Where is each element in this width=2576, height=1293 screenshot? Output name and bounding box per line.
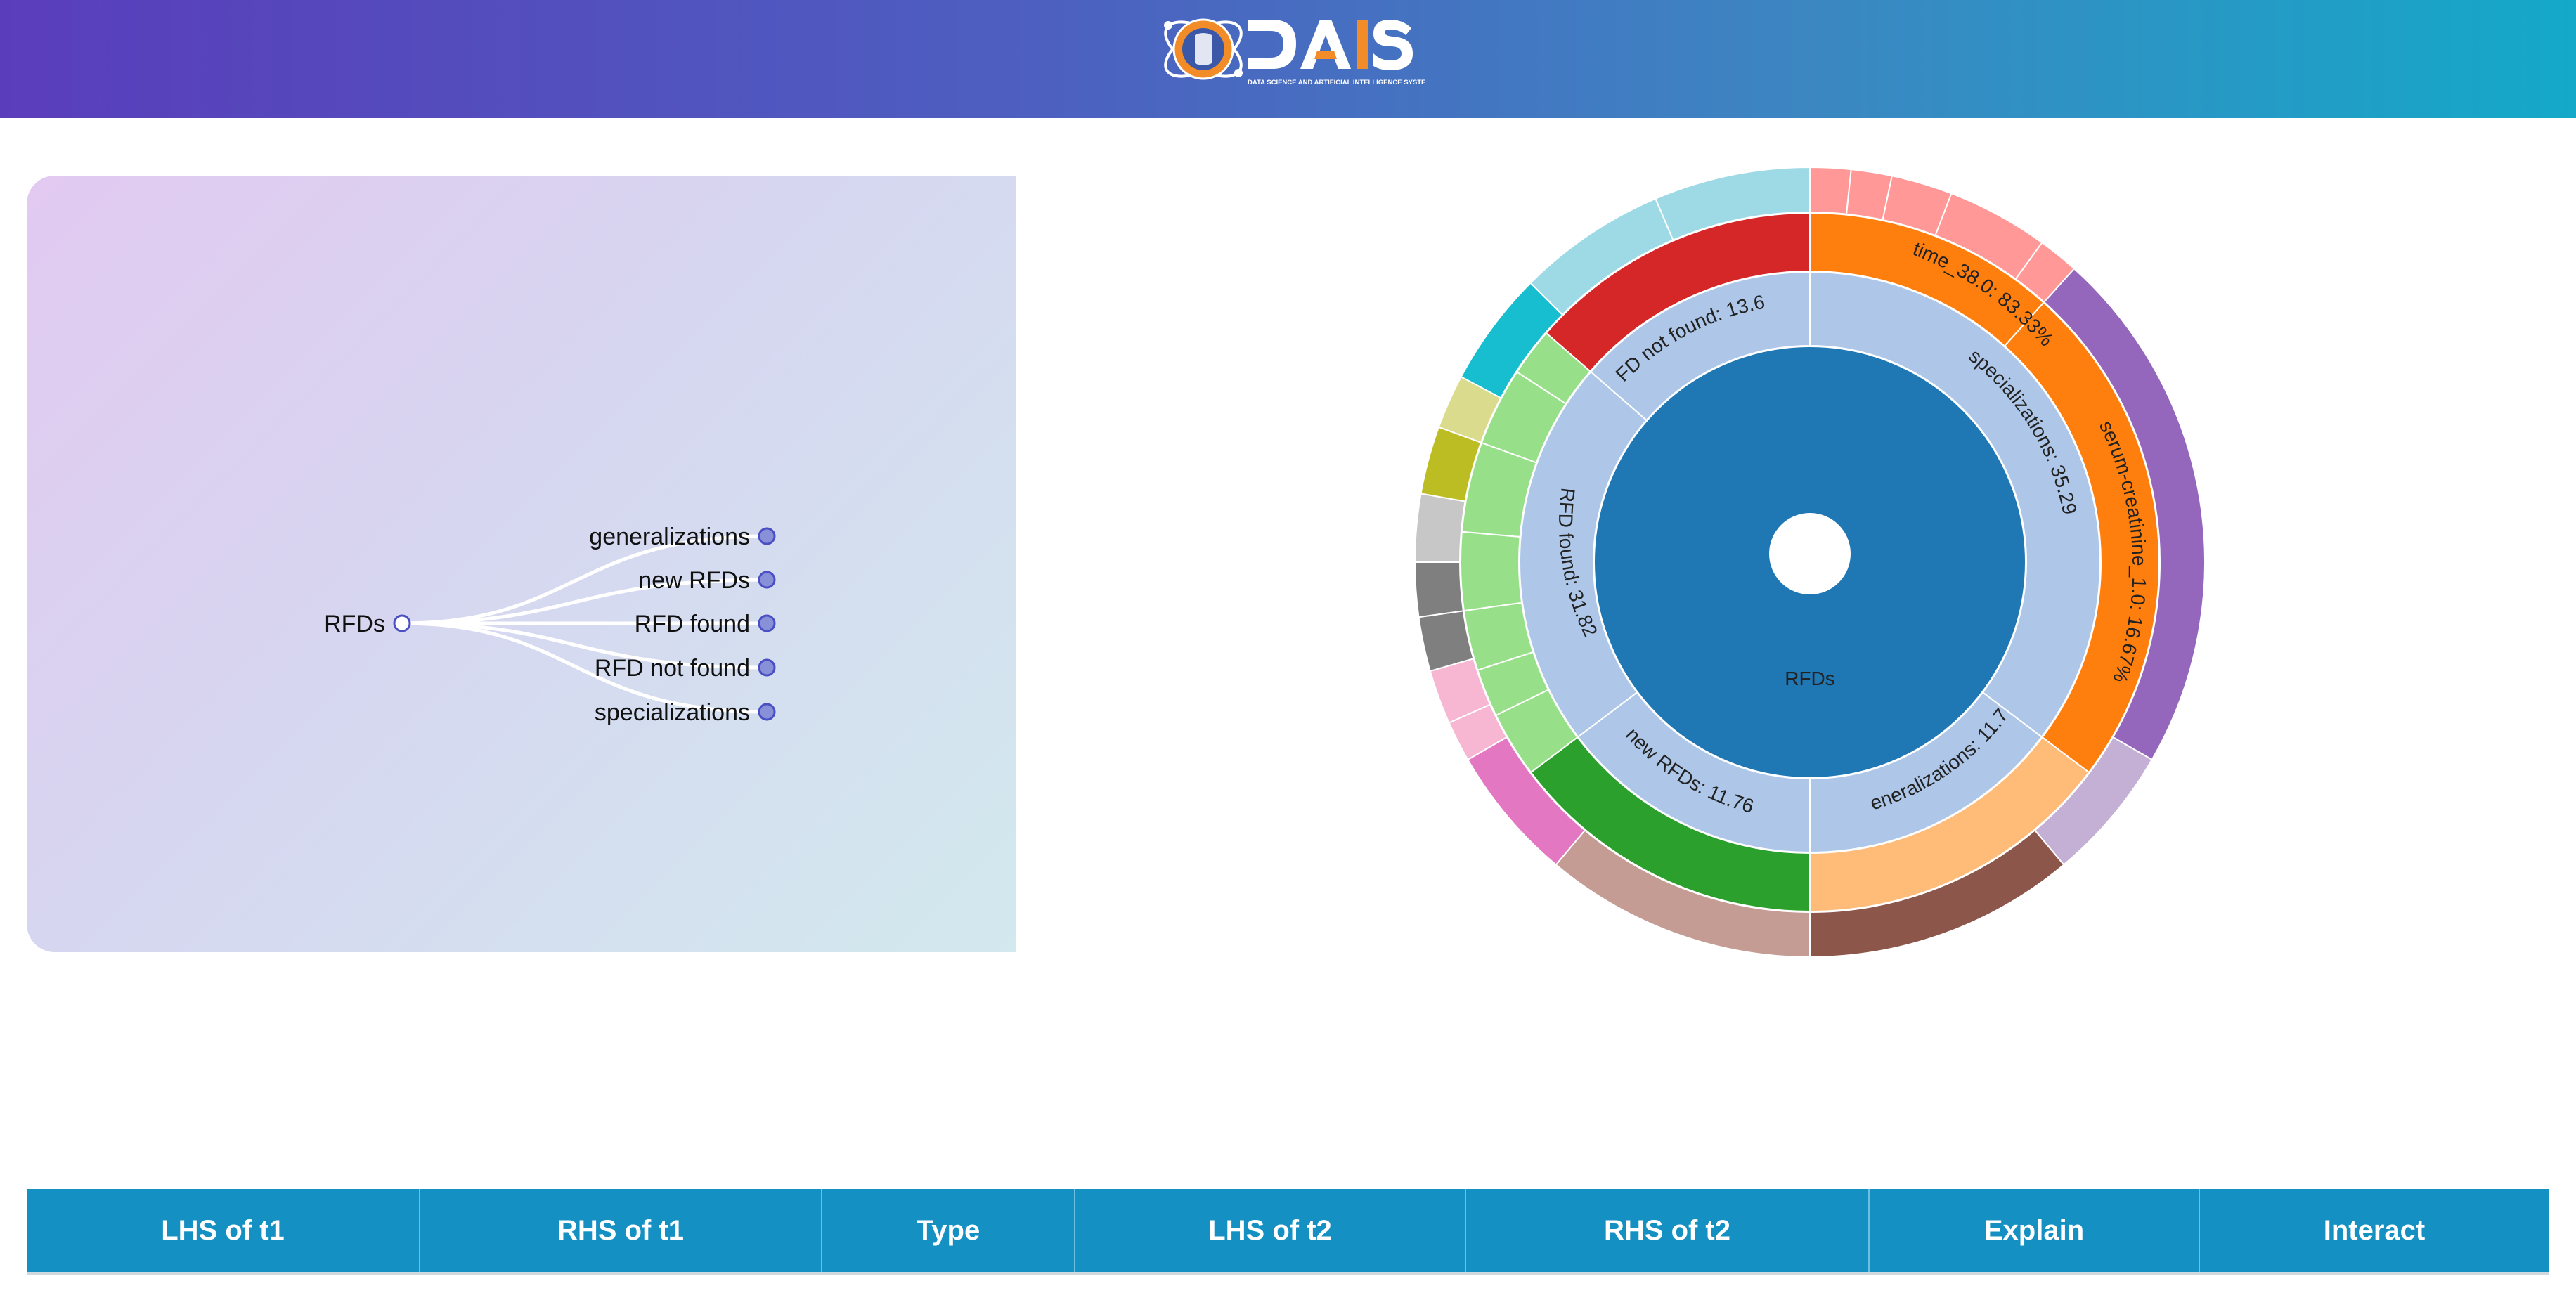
tree-node-label: RFD found xyxy=(635,611,750,637)
tree-root-label: RFDs xyxy=(324,611,385,637)
column-header-rhs-t1[interactable]: RHS of t1 xyxy=(420,1189,822,1272)
rfd-sunburst-container: RFDs specializations: 35.29 generalizati… xyxy=(1395,137,2218,970)
tree-node-label: RFD not found xyxy=(595,655,750,682)
rfd-tree: RFDs generalizations new RFDs RFD found … xyxy=(324,524,776,726)
column-header-interact[interactable]: Interact xyxy=(2200,1189,2549,1272)
tree-node-generalizations[interactable]: generalizations xyxy=(589,524,776,550)
dais-logo[interactable]: DATA SCIENCE AND ARTIFICIAL INTELLIGENCE… xyxy=(1158,4,1425,94)
tree-node-circle[interactable] xyxy=(758,527,776,545)
column-header-lhs-t1[interactable]: LHS of t1 xyxy=(27,1189,420,1272)
logo-subtitle: DATA SCIENCE AND ARTIFICIAL INTELLIGENCE… xyxy=(1248,79,1425,86)
sunburst-ring3-slice[interactable] xyxy=(1809,166,1852,215)
column-header-explain[interactable]: Explain xyxy=(1870,1189,2200,1272)
rfd-tree-panel: RFDs generalizations new RFDs RFD found … xyxy=(27,176,1016,952)
rfd-table-header: LHS of t1 RHS of t1 Type LHS of t2 RHS o… xyxy=(27,1189,2549,1275)
header-bar: DATA SCIENCE AND ARTIFICIAL INTELLIGENCE… xyxy=(0,0,2576,118)
tree-node-circle[interactable] xyxy=(758,703,776,721)
tree-node-label: new RFDs xyxy=(638,567,750,594)
tree-node-label: specializations xyxy=(595,699,750,726)
sunburst-ring3-slice[interactable] xyxy=(1413,561,1464,618)
sunburst-center[interactable]: RFDs xyxy=(1593,346,2026,779)
tree-node-circle[interactable] xyxy=(758,658,776,677)
tree-node-circle[interactable] xyxy=(758,614,776,632)
column-header-lhs-t2[interactable]: LHS of t2 xyxy=(1075,1189,1466,1272)
tree-node-label: generalizations xyxy=(589,524,750,550)
column-header-type[interactable]: Type xyxy=(822,1189,1075,1272)
sunburst-center-label: RFDs xyxy=(1785,668,1835,689)
tree-node-rfd-not-found[interactable]: RFD not found xyxy=(595,655,776,682)
rfd-sunburst: RFDs specializations: 35.29 generalizati… xyxy=(1395,137,2206,959)
column-header-rhs-t2[interactable]: RHS of t2 xyxy=(1466,1189,1870,1272)
tree-root-node[interactable]: RFDs xyxy=(324,611,411,637)
sunburst-ring3-slice[interactable] xyxy=(1413,493,1466,563)
tree-node-circle[interactable] xyxy=(758,571,776,589)
tree-node-circle[interactable] xyxy=(393,614,411,632)
sunburst-ring2-slice[interactable] xyxy=(1460,531,1523,612)
tree-node-specializations[interactable]: specializations xyxy=(595,699,776,726)
sunburst-center-hole xyxy=(1769,513,1851,594)
